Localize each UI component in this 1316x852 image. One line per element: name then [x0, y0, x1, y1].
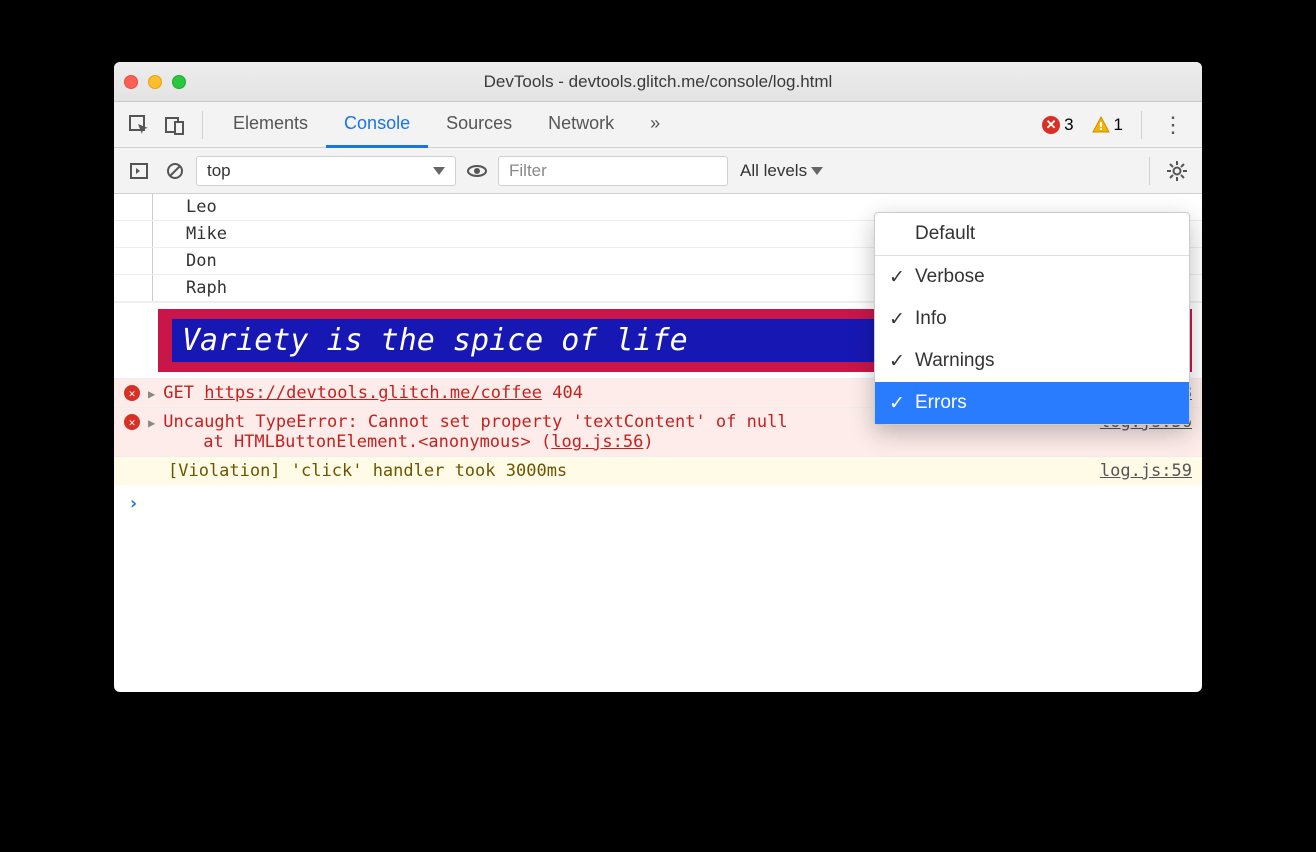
separator	[1149, 157, 1150, 185]
stack-prefix: at HTMLButtonElement.<anonymous> (	[203, 432, 551, 452]
separator	[202, 111, 203, 139]
source-link[interactable]: log.js:59	[1100, 461, 1192, 481]
error-icon: ✕	[1042, 116, 1060, 134]
warning-count: 1	[1114, 115, 1123, 135]
dropdown-item-verbose[interactable]: Verbose	[875, 256, 1189, 298]
tab-network[interactable]: Network	[530, 102, 632, 148]
status-code: 404	[552, 383, 583, 403]
stack-link[interactable]: log.js:56	[551, 432, 643, 452]
tab-sources[interactable]: Sources	[428, 102, 530, 148]
window-title: DevTools - devtools.glitch.me/console/lo…	[114, 72, 1202, 92]
settings-menu-icon[interactable]: ⋮	[1154, 112, 1192, 138]
context-label: top	[207, 161, 231, 181]
panel-tabs: Elements Console Sources Network »	[215, 102, 678, 148]
main-tabbar: Elements Console Sources Network » ✕ 3 1…	[114, 102, 1202, 148]
exception-text: Uncaught TypeError: Cannot set property …	[163, 412, 787, 432]
violation-text: [Violation] 'click' handler took 3000ms	[168, 461, 1092, 481]
chevron-down-icon	[433, 167, 445, 175]
error-count-badge[interactable]: ✕ 3	[1042, 115, 1073, 135]
titlebar: DevTools - devtools.glitch.me/console/lo…	[114, 62, 1202, 102]
execution-context-select[interactable]: top	[196, 156, 456, 186]
error-icon: ✕	[124, 385, 140, 401]
live-expression-icon[interactable]	[462, 156, 492, 186]
warning-icon	[1092, 116, 1110, 134]
dropdown-item-info[interactable]: Info	[875, 298, 1189, 340]
log-levels-select[interactable]: All levels	[734, 156, 829, 186]
tabs-overflow-button[interactable]: »	[632, 102, 678, 148]
warning-count-badge[interactable]: 1	[1092, 115, 1123, 135]
inspect-element-icon[interactable]	[124, 110, 154, 140]
error-icon: ✕	[124, 414, 140, 430]
dropdown-item-default[interactable]: Default	[875, 213, 1189, 255]
devtools-window: DevTools - devtools.glitch.me/console/lo…	[114, 62, 1202, 692]
disclosure-triangle-icon[interactable]: ▶	[148, 416, 155, 430]
dropdown-item-warnings[interactable]: Warnings	[875, 340, 1189, 382]
dropdown-item-errors[interactable]: Errors	[875, 382, 1189, 424]
http-method: GET	[163, 383, 194, 403]
console-prompt[interactable]: ›	[114, 485, 1202, 522]
stack-suffix: )	[643, 432, 653, 452]
tab-console[interactable]: Console	[326, 102, 428, 148]
log-levels-dropdown: Default Verbose Info Warnings Errors	[874, 212, 1190, 425]
request-url[interactable]: https://devtools.glitch.me/coffee	[204, 383, 542, 403]
levels-label: All levels	[740, 161, 807, 181]
filter-input[interactable]	[498, 156, 728, 186]
chevron-down-icon	[811, 167, 823, 175]
disclosure-triangle-icon[interactable]: ▶	[148, 387, 155, 401]
sidebar-toggle-icon[interactable]	[124, 156, 154, 186]
clear-console-icon[interactable]	[160, 156, 190, 186]
error-count: 3	[1064, 115, 1073, 135]
tab-elements[interactable]: Elements	[215, 102, 326, 148]
violation-row[interactable]: [Violation] 'click' handler took 3000ms …	[114, 456, 1202, 485]
console-settings-icon[interactable]	[1162, 156, 1192, 186]
separator	[1141, 111, 1142, 139]
device-toolbar-icon[interactable]	[160, 110, 190, 140]
console-toolbar: top All levels	[114, 148, 1202, 194]
